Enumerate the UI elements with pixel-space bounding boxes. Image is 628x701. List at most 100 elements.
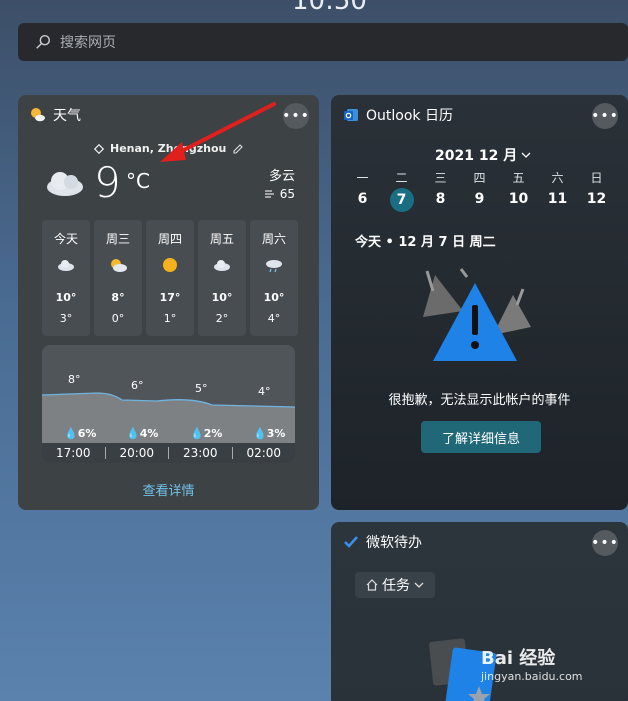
home-icon (366, 579, 378, 591)
warning-illustration-icon (423, 268, 531, 361)
hour-temp: 5° (195, 382, 208, 395)
hourly-forecast[interactable]: 8° 6° 5° 4° 💧6% 💧4% 💧2% 💧3% 17:00 20:00 … (42, 345, 295, 463)
month-selector[interactable]: 2021 12 月 (435, 145, 531, 165)
hour-time: 20:00 (119, 446, 155, 460)
calendar-more-button[interactable]: ••• (591, 103, 618, 129)
daily-forecast: 今天 10° 3° 周三 8° 0° 周四 17° 1° 周五 10° 2° 周… (42, 220, 298, 336)
weekday: 一 (356, 171, 369, 185)
view-details-link[interactable]: 查看详情 (18, 480, 319, 499)
cloudy-icon (47, 172, 83, 196)
partly-sunny-icon (111, 259, 127, 272)
calendar-widget[interactable]: Outlook 日历 ••• 2021 12 月 一 二 三 四 五 六 日 6… (331, 95, 628, 510)
rain-cloud-icon (266, 260, 282, 273)
task-list-selector[interactable]: 任务 (355, 572, 435, 598)
weekday: 三 (434, 171, 447, 185)
day-name: 周六 (261, 232, 286, 246)
hour-temp: 8° (68, 373, 81, 386)
forecast-day[interactable]: 周六 10° 4° (250, 220, 298, 336)
week-dates: 6 7 8 9 10 11 12 (343, 188, 616, 212)
hour-rain: 💧3% (253, 427, 286, 440)
chevron-down-icon (521, 152, 531, 158)
hour-rain: 💧2% (190, 427, 223, 440)
hour-temp: 4° (258, 385, 271, 398)
calendar-title: Outlook 日历 (366, 108, 453, 124)
weekday: 四 (473, 171, 486, 185)
day-name: 周五 (209, 232, 234, 246)
hour-rain: 💧6% (64, 427, 97, 440)
current-temp: 9 (94, 158, 121, 207)
day-high: 8° (111, 291, 125, 304)
weekday: 日 (590, 171, 603, 185)
date-cell[interactable]: 11 (538, 188, 577, 210)
task-list-label: 任务 (382, 578, 410, 594)
cloudy-icon (214, 260, 230, 271)
wind-value: 65 (279, 187, 295, 201)
day-high: 10° (55, 291, 77, 304)
day-name: 今天 (53, 232, 78, 246)
calendar-header: Outlook 日历 (343, 105, 453, 125)
annotation-arrow-icon (160, 102, 276, 162)
forecast-day[interactable]: 周三 8° 0° (94, 220, 142, 336)
month-label: 2021 12 月 (435, 148, 518, 164)
date-cell[interactable]: 8 (421, 188, 460, 210)
error-message: 很抱歉，无法显示此帐户的事件 (388, 393, 571, 408)
day-high: 17° (159, 291, 181, 304)
location-pin-icon (94, 143, 104, 154)
hour-time: 17:00 (55, 446, 91, 460)
weekday: 五 (512, 171, 525, 185)
day-high: 10° (211, 291, 233, 304)
day-high: 10° (263, 291, 285, 304)
hour-rain-value: 2% (203, 427, 223, 440)
todo-more-button[interactable]: ••• (591, 530, 618, 556)
baidu-watermark-url: jingyan.baidu.com (481, 670, 583, 683)
today-marker: 7 (389, 188, 414, 212)
weather-more-button[interactable]: ••• (282, 103, 309, 129)
weekday: 六 (551, 171, 564, 185)
hour-temp: 6° (131, 379, 144, 392)
weather-title: 天气 (53, 108, 81, 124)
search-placeholder: 搜索网页 (60, 35, 116, 51)
temp-unit[interactable]: °C (126, 169, 150, 193)
day-low: 0° (111, 312, 125, 325)
forecast-day[interactable]: 今天 10° 3° (42, 220, 90, 336)
day-low: 2° (215, 312, 229, 325)
hour-rain: 💧4% (126, 427, 159, 440)
wind-speed: 65 (264, 187, 295, 201)
hour-rain-value: 4% (139, 427, 159, 440)
hour-time: 23:00 (182, 446, 218, 460)
sunny-icon (163, 258, 177, 272)
day-low: 4° (267, 312, 281, 325)
baidu-watermark: Bai 经验 (481, 648, 556, 669)
todo-check-logo-icon (344, 536, 358, 548)
day-name: 周四 (157, 232, 182, 246)
hour-rain-value: 3% (266, 427, 286, 440)
day-name: 周三 (105, 232, 130, 246)
weekday-header: 一 二 三 四 五 六 日 (343, 169, 616, 186)
forecast-day[interactable]: 周四 17° 1° (146, 220, 194, 336)
date-cell[interactable]: 6 (343, 188, 382, 210)
hour-time: 02:00 (246, 446, 282, 460)
todo-widget[interactable]: 微软待办 ••• 任务 Bai 经验 jingyan.baidu.com (331, 522, 628, 701)
day-low: 1° (163, 312, 177, 325)
day-low: 3° (59, 312, 73, 325)
todo-title: 微软待办 (366, 535, 422, 551)
search-icon (36, 34, 51, 49)
date-cell[interactable]: 12 (577, 188, 616, 210)
clock: 10:50 (292, 0, 367, 16)
hour-time-bar: 17:00 20:00 23:00 02:00 (42, 443, 295, 463)
outlook-logo-icon (344, 109, 358, 121)
date-cell-today[interactable]: 7 (382, 188, 421, 212)
date-cell[interactable]: 10 (499, 188, 538, 210)
weekday: 二 (395, 171, 408, 185)
cloudy-icon (58, 260, 74, 271)
today-heading: 今天 • 12 月 7 日 周二 (355, 235, 496, 250)
forecast-day[interactable]: 周五 10° 2° (198, 220, 246, 336)
hour-rain-value: 6% (77, 427, 97, 440)
date-cell[interactable]: 9 (460, 188, 499, 210)
todo-header: 微软待办 (343, 532, 422, 552)
wind-icon (264, 190, 274, 198)
search-bar[interactable]: 搜索网页 (18, 23, 628, 61)
weather-logo-icon (31, 108, 45, 122)
chevron-down-icon (414, 582, 424, 588)
learn-more-button[interactable]: 了解详细信息 (421, 421, 541, 453)
